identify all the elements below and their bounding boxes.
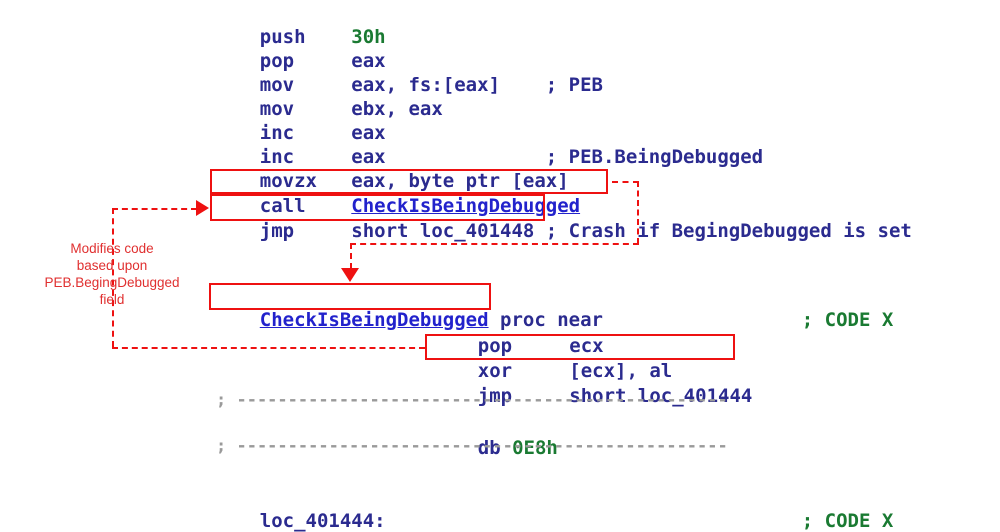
code-line-jmp-ecx: jmp ecx (432, 510, 604, 532)
connector-call-out-horizontal (612, 181, 639, 183)
comment: ; PEB (545, 74, 603, 96)
comment: ; PEB.BeingDebugged (545, 146, 764, 168)
separator-line-bottom: ; --------------------------------------… (216, 436, 728, 456)
separator-line-top: ; --------------------------------------… (216, 390, 728, 410)
disassembly-annotation-figure: push 30h pop eax mov eax, fs:[eax] ; PEB… (0, 0, 1000, 532)
mnemonic: jmp (259, 220, 295, 242)
comment: ; Crash if BegingDebugged is set (545, 220, 912, 242)
connector-call-return-horizontal (350, 243, 639, 245)
arrow-into-proc-icon (341, 268, 359, 282)
code-line-jmp-401448: jmp short loc_401448 ; Crash if BegingDe… (214, 195, 912, 267)
annotation-note: Modifies code based upon PEB.BegingDebug… (44, 241, 180, 307)
xref-text: ; CODE X (801, 309, 894, 331)
label-name: loc_401444: (259, 510, 386, 532)
connector-xor-horizontal (112, 347, 425, 349)
connector-to-jmp-horizontal (112, 208, 197, 210)
proc-xref-comment: ; CODE X (756, 284, 894, 356)
tail-xref-comment: ; CODE X (756, 485, 894, 532)
tail-label: loc_401444: (214, 485, 386, 532)
operands: short loc_401448 (351, 220, 535, 242)
arrow-into-jmp-icon (196, 200, 209, 216)
connector-call-vertical (637, 181, 639, 244)
xref-text: ; CODE X (801, 510, 894, 532)
connector-call-down-vertical (350, 243, 352, 269)
